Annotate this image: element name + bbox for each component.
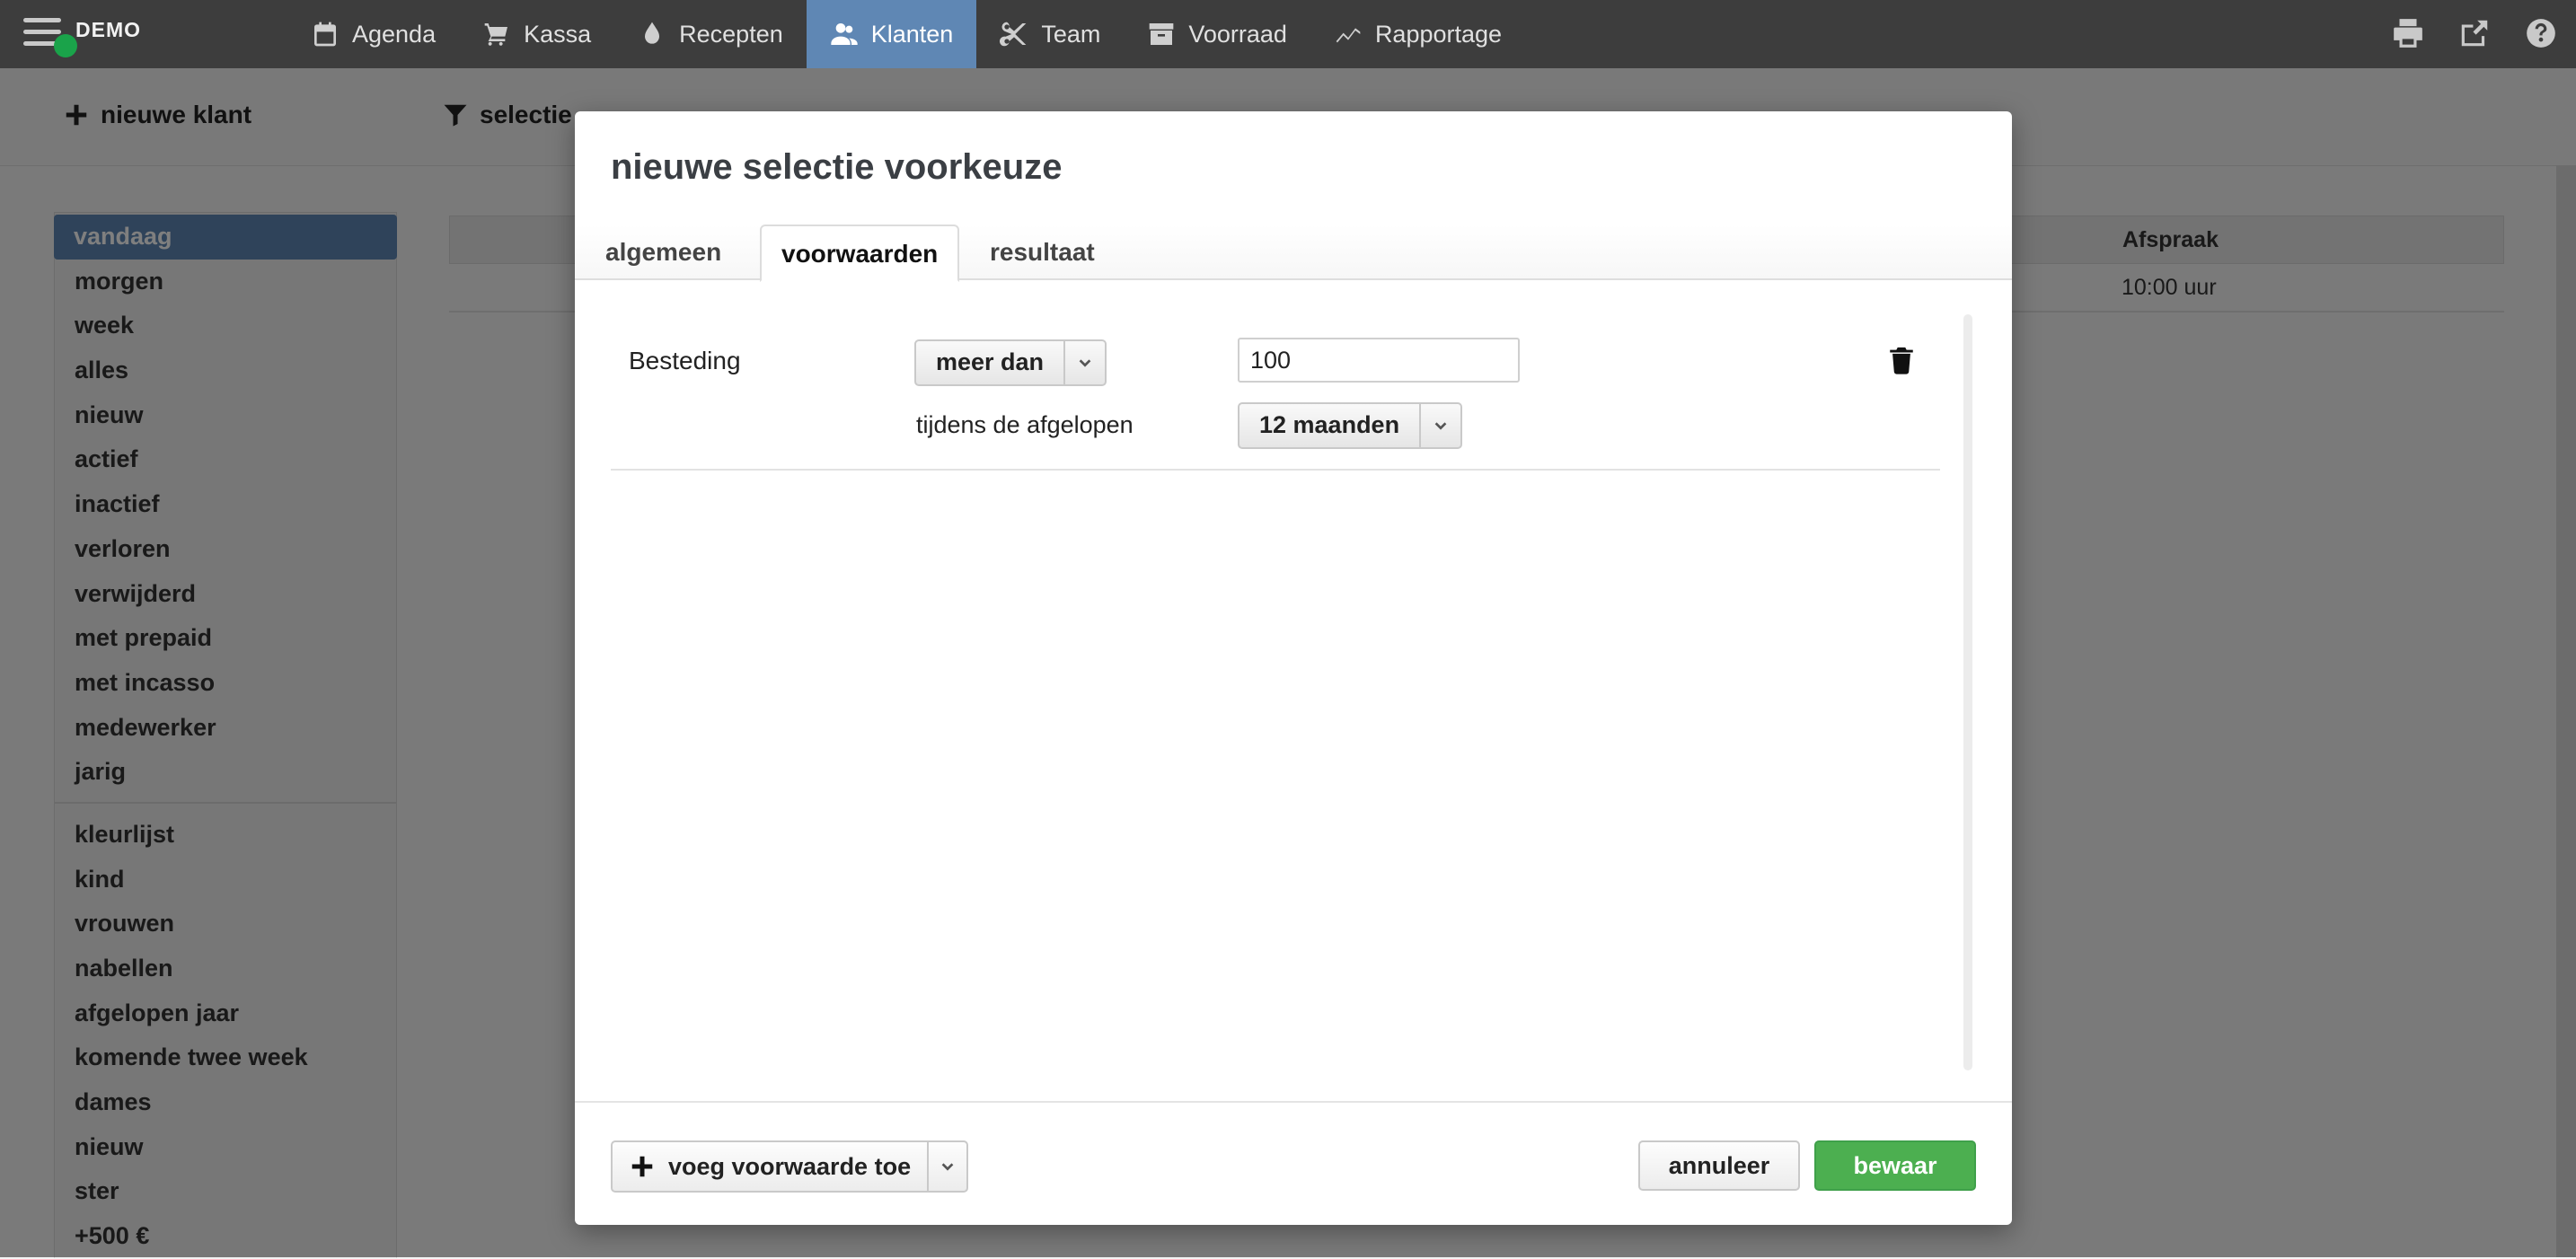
nav-item-recepten[interactable]: Recepten <box>614 0 807 68</box>
period-select[interactable]: 12 maanden <box>1238 402 1463 449</box>
nav-item-rapportage[interactable]: Rapportage <box>1310 0 1525 68</box>
add-condition-main[interactable]: voeg voorwaarde toe <box>613 1142 930 1191</box>
top-navigation-bar: DEMO Agenda Kassa Recepten Klanten Team … <box>0 0 2576 68</box>
dialog-tabs: algemeen voorwaarden resultaat <box>575 225 2012 282</box>
nav-item-agenda[interactable]: Agenda <box>287 0 459 68</box>
nav-label: Team <box>1041 20 1101 48</box>
share-icon[interactable] <box>2457 16 2492 50</box>
dialog-title: nieuwe selectie voorkeuze <box>611 147 1063 187</box>
top-tools <box>2391 16 2558 50</box>
tab-resultaat[interactable]: resultaat <box>970 225 1115 278</box>
status-dot <box>54 34 77 57</box>
nav-label: Klanten <box>870 20 954 48</box>
period-value: 12 maanden <box>1239 404 1422 447</box>
nav-item-kassa[interactable]: Kassa <box>459 0 614 68</box>
tab-algemeen[interactable]: algemeen <box>586 225 741 278</box>
help-icon[interactable] <box>2524 16 2558 50</box>
main-nav: Agenda Kassa Recepten Klanten Team Voorr… <box>287 0 1525 68</box>
condition-label: Besteding <box>629 347 741 374</box>
nav-label: Kassa <box>524 20 592 48</box>
nav-label: Recepten <box>679 20 783 48</box>
conditions-scrollbar[interactable] <box>1963 314 1972 1070</box>
nav-label: Rapportage <box>1374 20 1503 48</box>
dialog-footer: voeg voorwaarde toe annuleer bewaar <box>575 1101 2012 1227</box>
add-condition-label: voeg voorwaarde toe <box>668 1152 912 1180</box>
box-icon <box>1150 23 1174 45</box>
users-icon <box>831 23 858 45</box>
add-condition-button: voeg voorwaarde toe <box>611 1140 969 1193</box>
nav-item-team[interactable]: Team <box>976 0 1124 68</box>
tab-voorwaarden[interactable]: voorwaarden <box>760 225 960 282</box>
amount-input[interactable] <box>1238 338 1520 383</box>
chevron-down-icon[interactable] <box>1065 341 1105 384</box>
chevron-down-icon[interactable] <box>929 1142 966 1191</box>
drop-icon <box>645 22 660 44</box>
menu-icon[interactable] <box>23 18 77 57</box>
chart-line-icon <box>1336 28 1361 43</box>
period-label: tijdens de afgelopen <box>916 411 1134 438</box>
operator-select[interactable]: meer dan <box>914 339 1107 386</box>
chevron-down-icon[interactable] <box>1421 404 1460 447</box>
print-icon[interactable] <box>2391 16 2425 50</box>
brand-name: DEMO <box>75 18 141 41</box>
plus-icon <box>631 1156 653 1177</box>
nav-label: Agenda <box>352 20 437 48</box>
nav-item-klanten[interactable]: Klanten <box>806 0 977 68</box>
scissors-icon <box>1000 22 1027 47</box>
calendar-icon <box>314 22 336 47</box>
save-button[interactable]: bewaar <box>1814 1140 1976 1191</box>
delete-condition-icon[interactable] <box>1886 345 1917 375</box>
condition-divider <box>611 469 1940 471</box>
selection-dialog: nieuwe selectie voorkeuze algemeen voorw… <box>575 111 2012 1225</box>
cancel-button[interactable]: annuleer <box>1638 1140 1800 1191</box>
nav-label: Voorraad <box>1188 20 1287 48</box>
cart-icon <box>484 23 508 46</box>
nav-item-voorraad[interactable]: Voorraad <box>1124 0 1310 68</box>
operator-value: meer dan <box>916 341 1066 384</box>
